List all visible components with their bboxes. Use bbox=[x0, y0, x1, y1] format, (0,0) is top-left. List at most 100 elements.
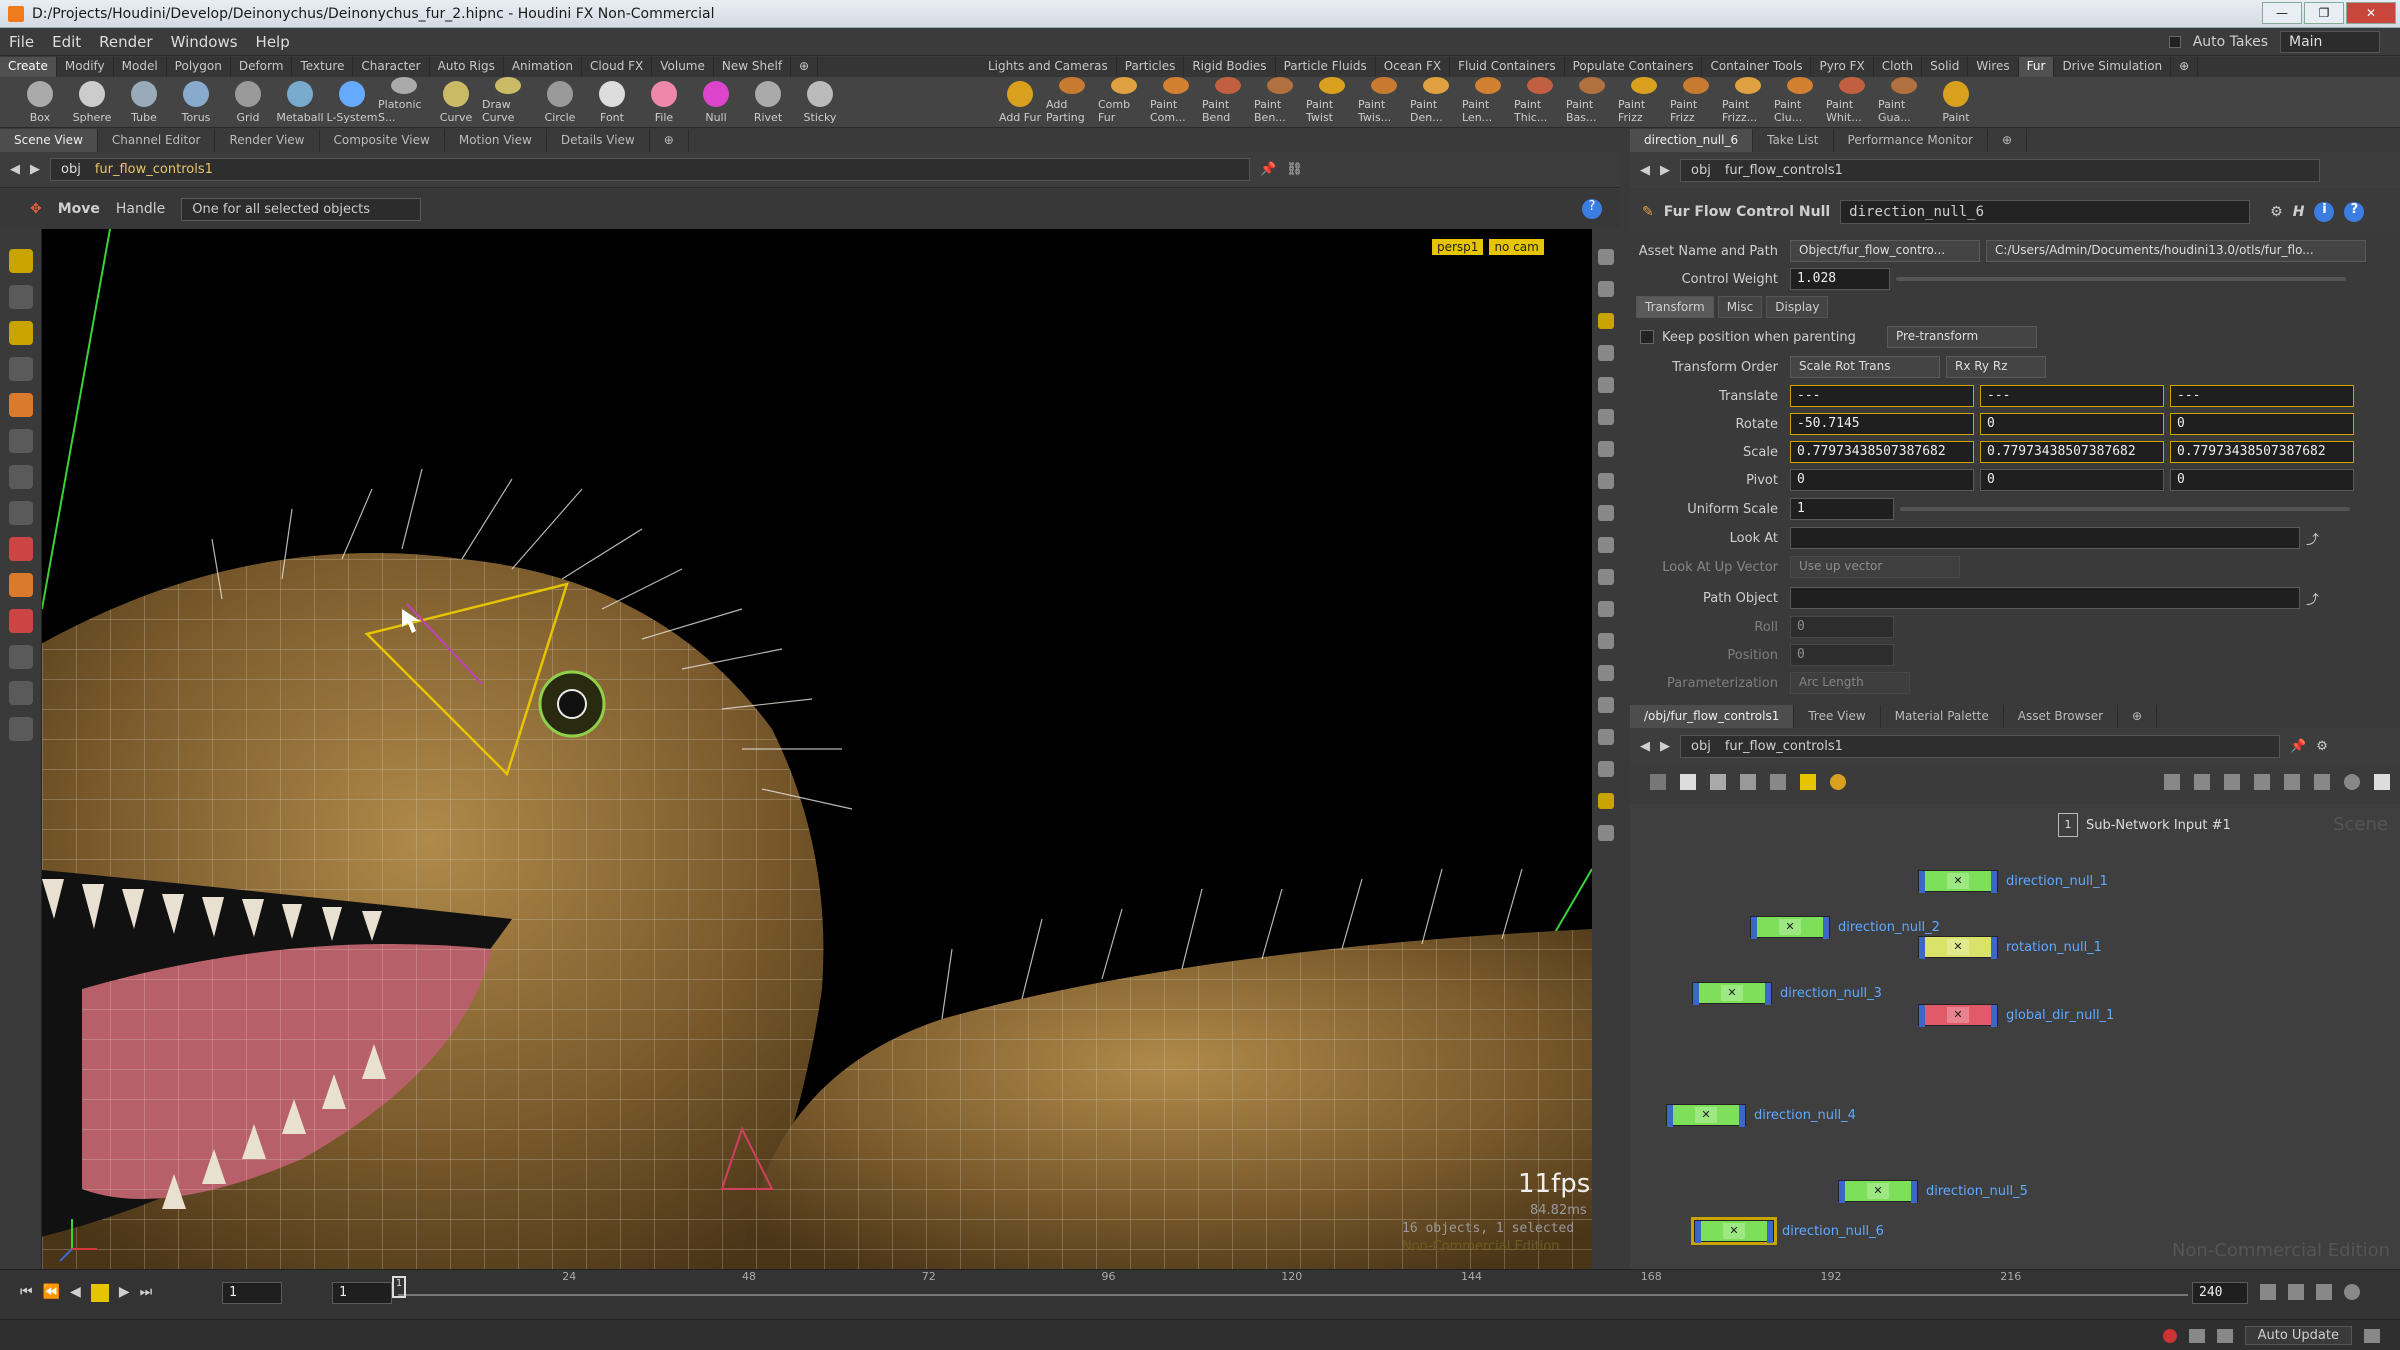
node-label[interactable]: direction_null_4 bbox=[1754, 1108, 1856, 1123]
forward-icon[interactable]: ▶ bbox=[30, 162, 40, 177]
magnet-tool-icon[interactable] bbox=[8, 609, 33, 633]
path-node[interactable]: fur_flow_controls1 bbox=[1725, 163, 1843, 178]
display-option-icon[interactable] bbox=[1598, 665, 1614, 681]
node-chooser-icon[interactable]: ⤴ bbox=[2306, 529, 2319, 548]
viewer-path[interactable]: obj fur_flow_controls1 bbox=[50, 158, 1250, 181]
select-tool-icon[interactable] bbox=[8, 249, 33, 273]
shelf-tool-paint[interactable]: Paint bbox=[1930, 77, 1982, 127]
shelf-tab-character[interactable]: Character bbox=[353, 57, 430, 77]
node-body[interactable]: ✕ bbox=[1666, 1104, 1746, 1127]
node-body[interactable]: ✕ bbox=[1838, 1180, 1918, 1203]
display-option-icon[interactable] bbox=[1598, 409, 1614, 425]
link-icon[interactable]: ⛓ bbox=[1286, 162, 1303, 177]
add-shelf-icon[interactable]: ⊕ bbox=[791, 57, 819, 77]
node-label[interactable]: direction_null_5 bbox=[1926, 1184, 2028, 1199]
end-frame-field[interactable]: 240 bbox=[2192, 1282, 2248, 1304]
node-direction-null-2[interactable]: ✕ direction_null_2 bbox=[1750, 916, 1940, 939]
subtab-display[interactable]: Display bbox=[1766, 296, 1829, 318]
display-option-icon[interactable] bbox=[1598, 313, 1614, 329]
node-direction-null-3[interactable]: ✕ direction_null_3 bbox=[1692, 982, 1882, 1005]
houdini-h-icon[interactable]: H bbox=[2293, 204, 2305, 220]
asset-name-dropdown[interactable]: Object/fur_flow_contro... bbox=[1790, 240, 1980, 262]
rotate-z-field[interactable]: 0 bbox=[2170, 413, 2354, 435]
shelf-tool-sphere[interactable]: Sphere bbox=[66, 77, 118, 127]
tab-network-path[interactable]: /obj/fur_flow_controls1 bbox=[1630, 705, 1795, 728]
shelf-tab-lights-and-cameras[interactable]: Lights and Cameras bbox=[980, 57, 1117, 77]
shelf-tab-rigid-bodies[interactable]: Rigid Bodies bbox=[1184, 57, 1276, 77]
shelf-tab-ocean-fx[interactable]: Ocean FX bbox=[1376, 57, 1451, 77]
node-label[interactable]: global_dir_null_1 bbox=[2006, 1008, 2114, 1023]
shelf-tab-solid[interactable]: Solid bbox=[1922, 57, 1969, 77]
display-option-icon[interactable] bbox=[1598, 537, 1614, 553]
display-option-icon[interactable] bbox=[1598, 569, 1614, 585]
add-tab-icon[interactable]: ⊕ bbox=[650, 129, 689, 152]
tab-performance-monitor[interactable]: Performance Monitor bbox=[1834, 129, 1988, 152]
node-label[interactable]: direction_null_2 bbox=[1838, 920, 1940, 935]
rotate-x-field[interactable]: -50.7145 bbox=[1790, 413, 1974, 435]
viewport-scene[interactable] bbox=[42, 229, 1592, 1269]
stop-button[interactable] bbox=[90, 1284, 109, 1302]
shelf-tab-auto-rigs[interactable]: Auto Rigs bbox=[430, 57, 504, 77]
close-button[interactable]: ✕ bbox=[2346, 2, 2396, 24]
control-weight-field[interactable]: 1.028 bbox=[1790, 268, 1890, 290]
translate-y-field[interactable]: --- bbox=[1980, 385, 2164, 407]
auto-update-dropdown[interactable]: Auto Update bbox=[2244, 1326, 2352, 1345]
shelf-tool-metaball[interactable]: Metaball bbox=[274, 77, 326, 127]
scale-tool-icon[interactable] bbox=[8, 465, 33, 489]
shelf-tool-add-parting[interactable]: Add Parting bbox=[1046, 77, 1098, 127]
3d-viewport[interactable]: persp1 no cam 11fps 84.82ms 16 objects, … bbox=[42, 229, 1592, 1269]
asset-path-dropdown[interactable]: C:/Users/Admin/Documents/houdini13.0/otl… bbox=[1986, 240, 2366, 262]
translate-tool-icon[interactable] bbox=[8, 321, 33, 345]
pin-icon[interactable]: 📌 bbox=[2290, 739, 2306, 754]
zoom-icon[interactable] bbox=[2344, 774, 2360, 790]
node-rotation-null-1[interactable]: ✕ rotation_null_1 bbox=[1918, 936, 2102, 959]
scale-x-field[interactable]: 0.77973438507387682 bbox=[1790, 441, 1974, 463]
shelf-tab-new-shelf[interactable]: New Shelf bbox=[714, 57, 792, 77]
transform-order-dropdown[interactable]: Scale Rot Trans bbox=[1790, 356, 1940, 378]
keyframe-icon[interactable] bbox=[2288, 1284, 2304, 1300]
align-icon[interactable] bbox=[2194, 774, 2210, 790]
view-tool-icon[interactable] bbox=[8, 285, 33, 309]
uniform-scale-field[interactable]: 1 bbox=[1790, 498, 1894, 520]
node-direction-null-5[interactable]: ✕ direction_null_5 bbox=[1838, 1180, 2028, 1203]
shelf-tool-font[interactable]: Font bbox=[586, 77, 638, 127]
shelf-tool-paint-whit[interactable]: Paint Whit... bbox=[1826, 77, 1878, 127]
subnet-input-node[interactable]: 1 bbox=[2058, 813, 2078, 837]
camera-tool-icon[interactable] bbox=[8, 717, 33, 741]
cam-lock-menu[interactable]: no cam bbox=[1489, 239, 1544, 255]
audio-icon[interactable] bbox=[2316, 1284, 2332, 1300]
gear-icon[interactable]: ⚙ bbox=[2270, 204, 2283, 220]
auto-takes-checkbox[interactable] bbox=[2168, 36, 2181, 48]
shelf-tool-paint-bas[interactable]: Paint Bas... bbox=[1566, 77, 1618, 127]
render-tool-icon[interactable] bbox=[8, 681, 33, 705]
tab-asset-browser[interactable]: Asset Browser bbox=[2004, 705, 2119, 728]
rotation-order-dropdown[interactable]: Rx Ry Rz bbox=[1946, 356, 2046, 378]
tab-composite-view[interactable]: Composite View bbox=[320, 129, 445, 152]
display-option-icon[interactable] bbox=[1598, 601, 1614, 617]
shelf-tab-drive-simulation[interactable]: Drive Simulation bbox=[2054, 57, 2172, 77]
shelf-tab-animation[interactable]: Animation bbox=[504, 57, 583, 77]
shelf-tab-volume[interactable]: Volume bbox=[652, 57, 714, 77]
shelf-tool-torus[interactable]: Torus bbox=[170, 77, 222, 127]
help-icon[interactable]: ? bbox=[1582, 199, 1602, 219]
info-icon[interactable]: i bbox=[2314, 202, 2335, 222]
shelf-tool-paint-thic[interactable]: Paint Thic... bbox=[1514, 77, 1566, 127]
display-icon[interactable] bbox=[2374, 774, 2390, 790]
play-reverse-button[interactable]: ◀ bbox=[70, 1284, 81, 1302]
path-node[interactable]: fur_flow_controls1 bbox=[1725, 739, 1843, 754]
forward-icon[interactable]: ▶ bbox=[1660, 739, 1670, 754]
menu-file[interactable]: File bbox=[0, 33, 43, 51]
current-frame-field[interactable]: 1 bbox=[332, 1282, 392, 1304]
display-option-icon[interactable] bbox=[1598, 697, 1614, 713]
tab-material-palette[interactable]: Material Palette bbox=[1881, 705, 2004, 728]
node-body-selected[interactable]: ✕ bbox=[1691, 1217, 1777, 1245]
shelf-tab-container-tools[interactable]: Container Tools bbox=[1702, 57, 1812, 77]
node-direction-null-1[interactable]: ✕ direction_null_1 bbox=[1918, 870, 2108, 893]
back-icon[interactable]: ◀ bbox=[10, 162, 20, 177]
desktop-dropdown[interactable]: Main bbox=[2280, 31, 2380, 53]
shelf-tab-polygon[interactable]: Polygon bbox=[167, 57, 231, 77]
path-node[interactable]: fur_flow_controls1 bbox=[95, 162, 213, 177]
cache-icon[interactable] bbox=[2216, 1328, 2233, 1343]
shelf-tool-rivet[interactable]: Rivet bbox=[742, 77, 794, 127]
display-option-icon[interactable] bbox=[1598, 825, 1614, 841]
